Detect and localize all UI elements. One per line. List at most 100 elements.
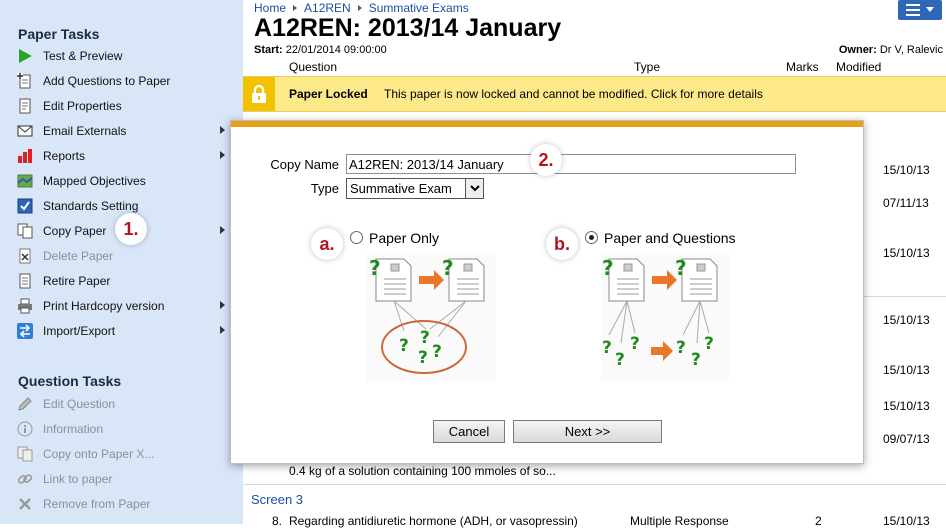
sidebar-item-label: Edit Properties [43,99,122,113]
radio-paper-and-questions-label[interactable]: Paper and Questions [604,230,736,246]
sidebar-item-delete-paper[interactable]: Delete Paper [16,245,231,267]
edit-document-icon [16,97,34,115]
lock-title: Paper Locked [289,87,368,101]
breadcrumb-separator-icon [293,5,298,11]
link-icon [16,470,34,488]
callout-1: 1. [115,213,147,245]
row-question[interactable]: Regarding antidiuretic hormone (ADH, or … [289,514,578,528]
add-document-icon [16,72,34,90]
dialog-accent-bar [231,121,863,127]
row-modified-date: 15/10/13 [883,514,930,528]
svg-text:?: ? [676,338,686,358]
breadcrumb: Home A12REN Summative Exams [254,1,469,15]
row-modified-date: 07/11/13 [883,196,929,210]
radio-paper-and-questions[interactable] [585,231,598,244]
sidebar-item-label: Information [43,422,104,436]
paper-locked-banner[interactable]: Paper Locked This paper is now locked an… [243,76,946,112]
sidebar-item-mapped-objectives[interactable]: Mapped Objectives [16,170,231,192]
bar-chart-icon [16,147,34,165]
page-title: A12REN: 2013/14 January [254,14,562,42]
sidebar-item-import-export[interactable]: Import/Export [16,320,231,342]
pencil-icon [16,395,34,413]
copy-icon [16,445,34,463]
row-divider [243,484,946,485]
document-icon [375,258,412,302]
type-select-value: Summative Exam [350,181,452,196]
owner-label: Owner: [838,44,877,56]
radio-paper-only-label[interactable]: Paper Only [369,230,439,246]
breadcrumb-folder[interactable]: Summative Exams [369,1,469,15]
column-header-marks[interactable]: Marks [786,60,819,74]
row-modified-date: 15/10/13 [883,399,930,413]
chevron-down-icon [926,7,934,12]
question-fragment: 0.4 kg of a solution containing 100 mmol… [289,464,556,478]
type-select[interactable]: Summative Exam [346,178,484,199]
row-modified-date: 15/10/13 [883,163,930,177]
sidebar-item-reports[interactable]: Reports [16,145,231,167]
column-header-question[interactable]: Question [289,60,337,74]
screen-label: Screen 3 [251,492,304,507]
submenu-arrow-icon [220,326,225,334]
breadcrumb-home[interactable]: Home [254,1,286,15]
sidebar: Paper Tasks Test & Preview Add Questions… [0,0,243,524]
hamburger-icon [906,4,920,16]
next-button[interactable]: Next >> [513,420,662,443]
sidebar-item-label: Import/Export [43,324,116,338]
sidebar-item-print-hardcopy[interactable]: Print Hardcopy version [16,295,231,317]
row-modified-date: 09/07/13 [883,432,930,446]
checkbox-icon [16,197,34,215]
sidebar-item-link-to-paper[interactable]: Link to paper [16,468,231,490]
sidebar-item-information[interactable]: Information [16,418,231,440]
copy-icon [16,222,34,240]
column-header-type[interactable]: Type [634,60,660,74]
info-icon [16,420,34,438]
sidebar-item-label: Test & Preview [43,49,123,63]
row-type: Multiple Response [630,514,729,528]
svg-text:?: ? [432,342,442,362]
paper-tasks-title: Paper Tasks [18,26,100,42]
sidebar-item-edit-properties[interactable]: Edit Properties [16,95,231,117]
sidebar-item-edit-question[interactable]: Edit Question [16,393,231,415]
sidebar-item-remove-from-paper[interactable]: Remove from Paper [16,493,231,515]
callout-b: b. [546,228,578,260]
sidebar-item-label: Add Questions to Paper [43,74,171,88]
menu-button[interactable] [898,0,942,20]
sidebar-item-test-preview[interactable]: Test & Preview [16,45,231,67]
sidebar-item-copy-onto-paper[interactable]: Copy onto Paper X... [16,443,231,465]
svg-text:?: ? [442,256,454,280]
submenu-arrow-icon [220,226,225,234]
column-header-modified[interactable]: Modified [836,60,881,74]
paper-only-illustration: ? ? ? ? ? ? [366,253,496,381]
callout-2: 2. [530,144,562,176]
row-marks: 2 [815,514,822,528]
svg-text:?: ? [602,256,614,280]
question-tasks-title: Question Tasks [18,373,122,389]
svg-text:?: ? [630,334,640,354]
copy-name-input[interactable] [346,154,796,174]
chevron-down-icon [465,179,483,198]
callout-a: a. [311,228,343,260]
sidebar-item-label: Copy onto Paper X... [43,447,155,461]
owner-info: Owner: Dr V, Ralevic [839,44,943,56]
copy-name-label: Copy Name [270,157,339,172]
owner-value: Dr V, Ralevic [879,44,943,56]
sidebar-item-email-externals[interactable]: Email Externals [16,120,231,142]
svg-text:?: ? [369,256,381,280]
sidebar-item-label: Reports [43,149,86,163]
start-info: Start: 22/01/2014 09:00:00 [254,44,387,56]
breadcrumb-module[interactable]: A12REN [304,1,351,15]
cancel-button[interactable]: Cancel [433,420,505,443]
delete-document-icon [16,247,34,265]
sidebar-item-label: Email Externals [43,124,127,138]
svg-text:?: ? [418,348,428,368]
svg-text:?: ? [675,256,687,280]
sidebar-item-retire-paper[interactable]: Retire Paper [16,270,231,292]
map-icon [16,172,34,190]
radio-paper-only[interactable] [350,231,363,244]
svg-text:?: ? [399,336,409,356]
row-modified-date: 15/10/13 [883,246,930,260]
sidebar-item-label: Link to paper [43,472,113,486]
sidebar-item-label: Standards Setting [43,199,139,213]
sidebar-item-add-questions[interactable]: Add Questions to Paper [16,70,231,92]
submenu-arrow-icon [220,151,225,159]
